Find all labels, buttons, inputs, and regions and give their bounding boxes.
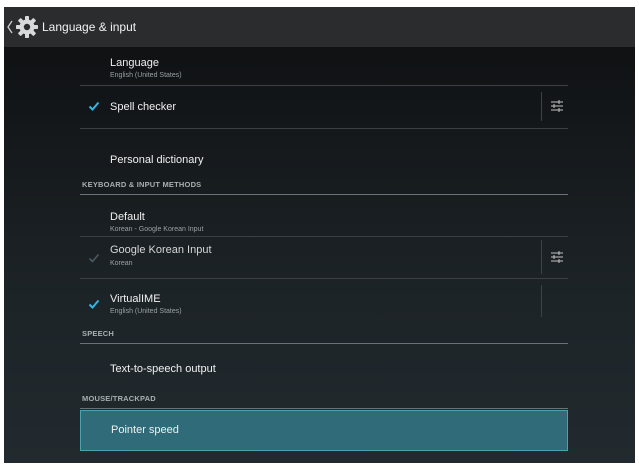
default-ime-title: Default [110,211,145,223]
google-korean-input-row[interactable]: Google Korean Input Korean [80,237,568,277]
personal-dictionary-row[interactable]: Personal dictionary [80,129,568,172]
sliders-icon[interactable] [550,99,564,113]
default-ime-row[interactable]: Default Korean - Google Korean Input [80,197,568,235]
pointer-speed-row[interactable]: Pointer speed [80,410,568,451]
virtualime-row[interactable]: VirtualIME English (United States) [80,279,568,319]
virtualime-summary: English (United States) [110,308,182,315]
section-keyboard: KEYBOARD & INPUT METHODS [80,178,568,196]
preference-list: Language English (United States) Spell c… [4,47,635,463]
divider [80,194,568,195]
section-mouse-label: MOUSE/TRACKPAD [82,394,156,403]
google-korean-input-summary: Korean [110,260,133,267]
divider [80,408,568,409]
default-ime-summary: Korean - Google Korean Input [110,226,204,233]
divider [541,92,542,121]
section-keyboard-label: KEYBOARD & INPUT METHODS [82,180,202,189]
checkmark-icon[interactable] [88,100,100,112]
gear-icon[interactable] [15,15,39,39]
divider [80,343,568,344]
checkmark-icon[interactable] [88,298,100,310]
google-korean-input-title: Google Korean Input [110,244,212,256]
personal-dictionary-title: Personal dictionary [110,154,204,166]
section-speech: SPEECH [80,327,568,345]
settings-screen: Language & input Language English (Unite… [4,7,635,463]
pointer-speed-title: Pointer speed [111,424,179,436]
page-title: Language & input [42,20,137,34]
divider [541,240,542,274]
chevron-left-icon[interactable] [6,19,14,35]
language-summary: English (United States) [110,72,182,79]
spell-checker-title: Spell checker [110,101,177,113]
divider [541,285,542,317]
section-mouse: MOUSE/TRACKPAD [80,392,568,410]
spell-checker-row[interactable]: Spell checker [80,86,568,127]
checkmark-icon[interactable] [88,252,100,264]
tts-output-title: Text-to-speech output [110,363,216,375]
screenshot-frame: Language & input Language English (Unite… [0,0,639,471]
language-title: Language [110,57,159,69]
virtualime-title: VirtualIME [110,293,161,305]
action-bar: Language & input [4,7,635,47]
sliders-icon[interactable] [550,250,564,264]
language-row[interactable]: Language English (United States) [80,47,568,84]
tts-output-row[interactable]: Text-to-speech output [80,345,568,390]
section-speech-label: SPEECH [82,329,115,338]
